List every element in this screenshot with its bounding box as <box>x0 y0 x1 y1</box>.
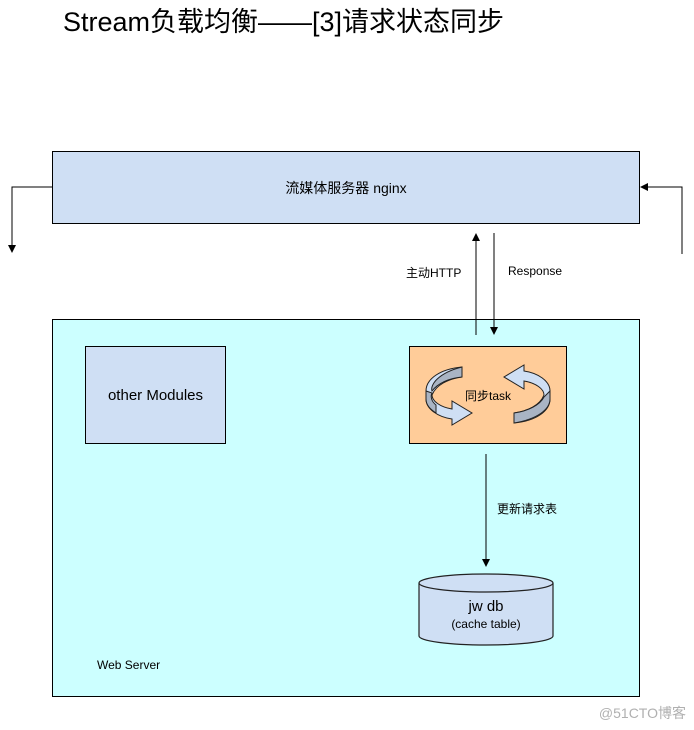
edge-label-response: Response <box>508 264 563 278</box>
edge-label-active-http: 主动HTTP <box>406 266 462 280</box>
edge-nginx-in-right <box>640 183 683 254</box>
database-sublabel: (cache table) <box>451 617 521 631</box>
connectors-layer <box>8 183 683 646</box>
edge-label-update-table: 更新请求表 <box>497 502 558 516</box>
database-label: jw db <box>468 598 504 615</box>
edge-nginx-out-left <box>8 186 52 253</box>
web-server-label: Web Server <box>97 658 161 672</box>
database-node[interactable]: jw db (cache table) <box>419 598 553 632</box>
watermark: @51CTO博客 <box>598 705 686 721</box>
